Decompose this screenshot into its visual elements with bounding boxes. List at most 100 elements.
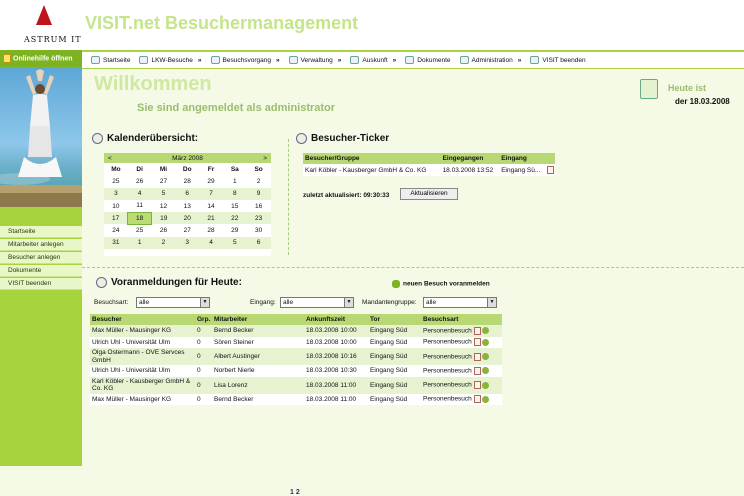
visit-type: Personenbesuch xyxy=(423,367,472,375)
calendar-day[interactable]: 28 xyxy=(199,224,223,236)
checkin-icon[interactable] xyxy=(481,395,489,403)
calendar-day[interactable]: 25 xyxy=(104,175,128,187)
calendar-day[interactable]: 6 xyxy=(246,236,271,250)
calendar-day[interactable]: 20 xyxy=(175,212,200,225)
calendar-day-today[interactable]: 18 xyxy=(127,211,153,225)
calendar-day[interactable]: 31 xyxy=(104,236,128,250)
nav-item-visit-beenden[interactable]: VISIT beenden xyxy=(530,56,586,64)
page-link-1[interactable]: 1 xyxy=(290,489,294,496)
nav-item-dokumente[interactable]: Dokumente xyxy=(405,56,451,64)
edit-icon[interactable] xyxy=(473,366,481,375)
calendar-day[interactable]: 26 xyxy=(152,224,176,236)
visitor-name: Max Müller - Mausinger KG xyxy=(92,395,172,403)
calendar-day[interactable]: 15 xyxy=(223,200,247,212)
calendar-day[interactable]: 22 xyxy=(222,212,247,225)
checkin-icon[interactable] xyxy=(481,381,489,389)
page-link-2[interactable]: 2 xyxy=(296,489,300,496)
calendar-day[interactable]: 23 xyxy=(246,212,271,225)
sidebar-item-visit-beenden[interactable]: VISIT beenden xyxy=(0,278,82,290)
calendar-day[interactable]: 19 xyxy=(151,212,176,225)
visit-type: Personenbesuch xyxy=(423,353,472,361)
table-row[interactable]: Max Müller - Mausinger KG 0 Bernd Becker 18… xyxy=(90,394,502,406)
calendar-day[interactable]: 8 xyxy=(222,187,247,200)
besuchsart-label: Besuchsart: xyxy=(94,299,129,306)
table-row[interactable]: Ulrich Uhl - Universität Ulm 0 Sören Stein… xyxy=(90,337,502,349)
mandantengruppe-select[interactable]: alle ▼ xyxy=(423,297,497,308)
calendar-day[interactable]: 14 xyxy=(199,200,223,212)
preregistration-table: Besucher Grp. Mitarbeiter Ankunftszeit T… xyxy=(90,314,502,405)
edit-icon[interactable] xyxy=(473,326,481,335)
calendar-day[interactable]: 5 xyxy=(222,236,247,250)
calendar-day[interactable]: 7 xyxy=(199,187,223,200)
calendar-day[interactable]: 27 xyxy=(152,175,176,187)
visit-type: Personenbesuch xyxy=(423,395,472,403)
calendar-day[interactable]: 28 xyxy=(175,175,199,187)
calendar-day[interactable]: 3 xyxy=(104,187,128,200)
new-visit-link[interactable]: neuen Besuch voranmelden xyxy=(392,280,490,288)
calendar-day[interactable]: 6 xyxy=(175,187,200,200)
nav-item-lkw-besuche[interactable]: LKW-Besuche » xyxy=(139,56,202,64)
calendar-day[interactable]: 16 xyxy=(247,200,271,212)
nav-item-auskunft[interactable]: Auskunft » xyxy=(350,56,396,64)
calendar-day[interactable]: 30 xyxy=(247,224,271,236)
table-row[interactable]: Karl Köbler - Kausberger GmbH & Co. KG 1… xyxy=(303,164,555,176)
edit-icon[interactable] xyxy=(473,338,481,347)
calendar-day[interactable]: 26 xyxy=(128,175,152,187)
calendar-day[interactable]: 1 xyxy=(223,175,247,187)
calendar-day[interactable]: 17 xyxy=(104,212,128,225)
calendar-day[interactable]: 12 xyxy=(152,200,176,212)
calendar-day[interactable]: 5 xyxy=(151,187,176,200)
checkin-icon[interactable] xyxy=(481,367,489,375)
chevron-down-icon: ▼ xyxy=(487,298,496,307)
table-row[interactable]: Max Müller - Mausinger KG 0 Bernd Becker 18… xyxy=(90,325,502,337)
edit-icon[interactable] xyxy=(473,352,481,361)
ticker-received: 18.03.2008 13:52 xyxy=(442,166,494,174)
nav-item-startseite[interactable]: Startseite xyxy=(91,56,130,64)
gate: Eingang Süd xyxy=(370,395,408,403)
sidebar-item-besucher-anlegen[interactable]: Besucher anlegen xyxy=(0,252,82,264)
calendar-day[interactable]: 9 xyxy=(246,187,271,200)
next-month-button[interactable]: > xyxy=(263,155,267,162)
checkin-icon[interactable] xyxy=(481,353,489,360)
nav-item-besuchsvorgang[interactable]: Besuchsvorgang » xyxy=(210,56,280,64)
edit-icon[interactable] xyxy=(546,166,554,174)
calendar-day[interactable]: 1 xyxy=(127,236,152,250)
checkin-icon[interactable] xyxy=(481,338,489,346)
calendar-day[interactable]: 29 xyxy=(199,175,223,187)
calendar-day[interactable]: 27 xyxy=(175,224,199,236)
calendar-day[interactable]: 24 xyxy=(104,224,128,236)
refresh-button[interactable]: Aktualisieren xyxy=(400,188,458,200)
table-row[interactable]: Ulrich Uhl - Universität Ulm 0 Norbert Nie… xyxy=(90,365,502,377)
sidebar-item-startseite[interactable]: Startseite xyxy=(0,226,82,238)
calendar-week: 31 1 2 3 4 5 6 xyxy=(104,236,271,250)
calendar-day[interactable]: 4 xyxy=(127,187,152,200)
table-row[interactable]: Karl Köbler - Kausberger GmbH & Co. KG 0 L… xyxy=(90,376,502,394)
nav-arrow: » xyxy=(197,56,202,64)
calendar-day[interactable]: 25 xyxy=(128,224,152,236)
home-icon xyxy=(91,56,100,64)
arrival-time: 18.03.2008 10:00 xyxy=(306,338,357,346)
prev-month-button[interactable]: < xyxy=(108,155,112,162)
calendar-day[interactable]: 10 xyxy=(104,200,128,212)
calendar-day[interactable]: 13 xyxy=(175,200,199,212)
nav-item-verwaltung[interactable]: Verwaltung » xyxy=(288,56,341,64)
calendar-day[interactable]: 11 xyxy=(128,200,152,212)
sidebar-item-mitarbeiter-anlegen[interactable]: Mitarbeiter anlegen xyxy=(0,239,82,251)
calendar-day[interactable]: 4 xyxy=(199,236,223,250)
calendar-day[interactable]: 2 xyxy=(151,236,176,250)
nav-item-administration[interactable]: Administration » xyxy=(459,56,521,64)
checkin-icon[interactable] xyxy=(481,327,489,335)
sidebar-item-dokumente[interactable]: Dokumente xyxy=(0,265,82,277)
online-help-button[interactable]: Onlinehilfe öffnen xyxy=(0,50,82,67)
eingang-select[interactable]: alle ▼ xyxy=(280,297,354,308)
visitor-name: Ulrich Uhl - Universität Ulm xyxy=(92,338,171,346)
calendar-day[interactable]: 3 xyxy=(175,236,200,250)
edit-icon[interactable] xyxy=(473,381,481,389)
besuchsart-select[interactable]: alle ▼ xyxy=(136,297,210,308)
calendar-day[interactable]: 21 xyxy=(199,212,223,225)
table-row[interactable]: Olga Ostermann - OVE Servces GmbH 0 Albert… xyxy=(90,348,502,365)
edit-icon[interactable] xyxy=(473,395,481,404)
calendar-grid: Mo Di Mi Do Fr Sa So 25 26 27 28 29 1 2 345678… xyxy=(104,163,271,250)
calendar-day[interactable]: 29 xyxy=(223,224,247,236)
calendar-day[interactable]: 2 xyxy=(247,175,271,187)
